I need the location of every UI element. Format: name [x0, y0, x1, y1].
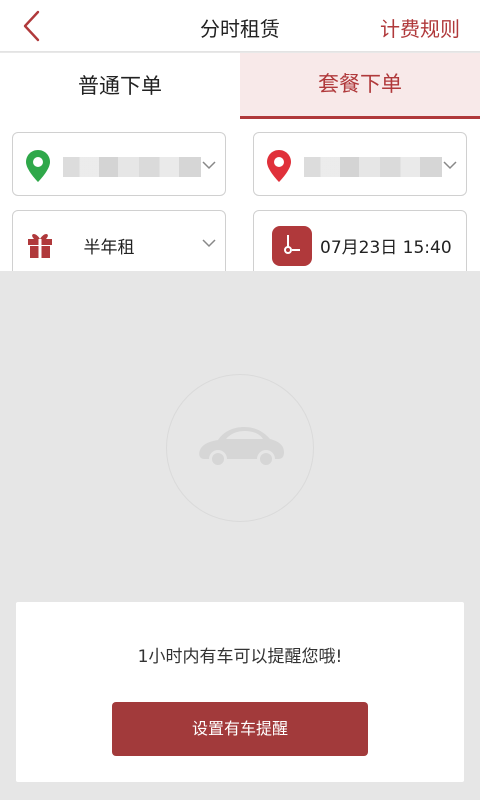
car-icon — [199, 427, 284, 468]
pickup-location-value-redacted — [63, 157, 201, 177]
package-select[interactable]: 半年租 — [12, 210, 226, 280]
empty-state: 1小时内有车可以提醒您哦! 设置有车提醒 — [0, 271, 480, 800]
pricing-rules-link[interactable]: 计费规则 — [380, 13, 460, 42]
tab-normal-order[interactable]: 普通下单 — [0, 53, 240, 119]
return-location-value-redacted — [304, 157, 442, 177]
reminder-message: 1小时内有车可以提醒您哦! — [137, 647, 343, 667]
reminder-card: 1小时内有车可以提醒您哦! 设置有车提醒 — [16, 602, 464, 782]
start-time-value: 07月23日 15:40 — [320, 238, 452, 258]
chevron-down-icon — [202, 161, 216, 170]
package-value: 半年租 — [83, 238, 135, 258]
order-form: 半年租 07月23日 15:40 — [0, 119, 480, 280]
app-header: 分时租赁 计费规则 — [0, 0, 480, 52]
location-pin-red-icon — [267, 150, 291, 182]
return-location-select[interactable] — [253, 132, 467, 196]
set-reminder-button[interactable]: 设置有车提醒 — [112, 702, 368, 756]
location-pin-green-icon — [26, 150, 50, 182]
empty-state-circle — [166, 374, 314, 522]
clock-icon — [272, 226, 312, 266]
chevron-down-icon — [443, 161, 457, 170]
order-type-tabs: 普通下单 套餐下单 — [0, 53, 480, 119]
chevron-down-icon — [202, 239, 216, 248]
pickup-location-select[interactable] — [12, 132, 226, 196]
tab-package-order[interactable]: 套餐下单 — [240, 53, 480, 119]
start-time-select[interactable]: 07月23日 15:40 — [253, 210, 467, 280]
